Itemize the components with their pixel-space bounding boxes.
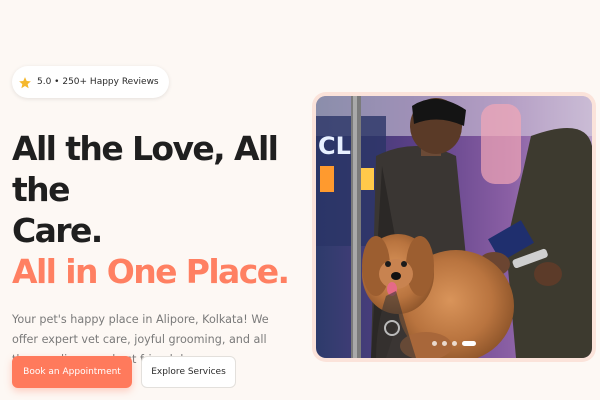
rating-badge: 5.0 • 250+ Happy Reviews [12, 66, 169, 98]
explore-services-button[interactable]: Explore Services [141, 356, 236, 388]
carousel-dot[interactable] [432, 341, 437, 346]
carousel-dot[interactable] [442, 341, 447, 346]
headline-accent: All in One Place. [12, 252, 290, 291]
star-icon [18, 75, 32, 89]
carousel-image: CLI [316, 96, 592, 358]
hero-content: 5.0 • 250+ Happy Reviews All the Love, A… [12, 66, 302, 370]
carousel-dot-active[interactable] [462, 341, 476, 346]
headline-line-2: Care. [12, 211, 103, 250]
headline-line-1: All the Love, All the [12, 129, 279, 209]
cta-row: Book an Appointment Explore Services [12, 356, 236, 388]
book-appointment-button[interactable]: Book an Appointment [12, 356, 132, 388]
hero-carousel[interactable]: CLI [312, 92, 596, 362]
carousel-dots [432, 341, 476, 346]
rating-text: 5.0 • 250+ Happy Reviews [37, 77, 159, 87]
carousel-dot[interactable] [452, 341, 457, 346]
hero-headline: All the Love, All the Care. All in One P… [12, 128, 302, 292]
